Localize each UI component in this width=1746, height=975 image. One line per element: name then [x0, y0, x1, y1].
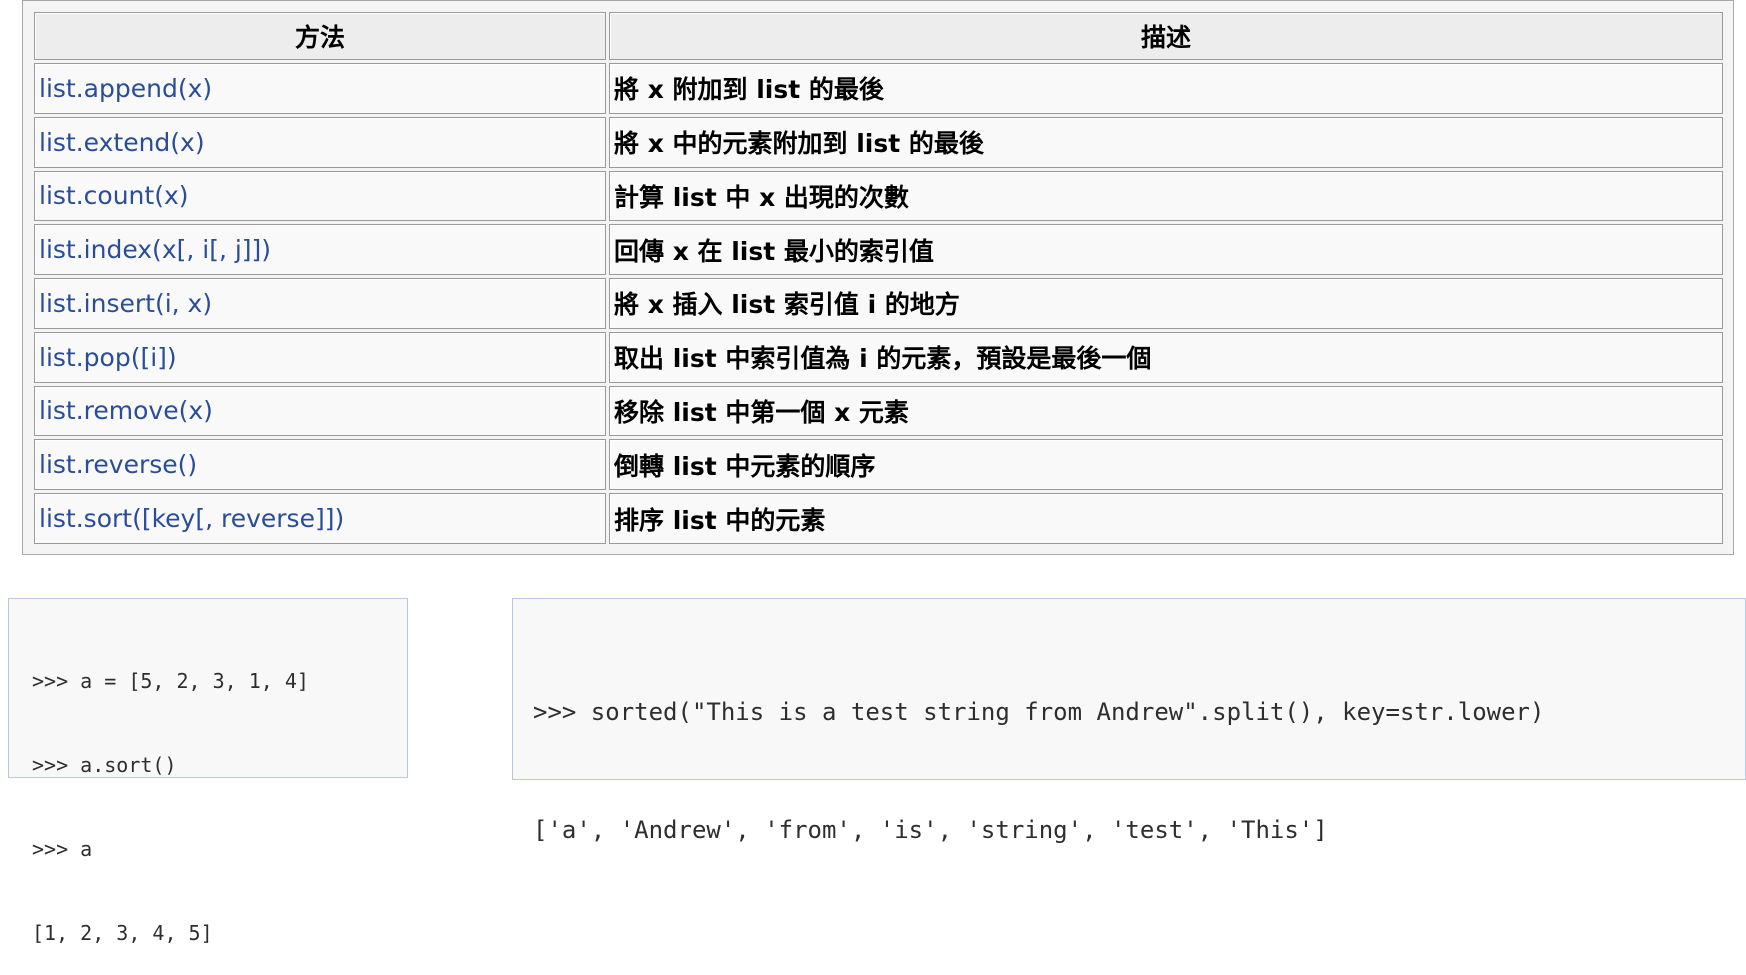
description-cell: 取出 list 中索引值為 i 的元素，預設是最後一個	[609, 331, 1723, 383]
table-row: list.insert(i, x) 將 x 插入 list 索引值 i 的地方	[34, 278, 1723, 329]
table-row: list.append(x) 將 x 附加到 list 的最後	[34, 63, 1723, 114]
table-row: list.extend(x) 將 x 中的元素附加到 list 的最後	[34, 116, 1723, 168]
table-row: list.index(x[, i[, j]]) 回傳 x 在 list 最小的索…	[34, 224, 1723, 276]
method-cell: list.sort([key[, reverse]])	[34, 493, 606, 544]
description-cell: 移除 list 中第一個 x 元素	[609, 385, 1723, 437]
code-line: [1, 2, 3, 4, 5]	[32, 921, 213, 945]
description-cell: 將 x 中的元素附加到 list 的最後	[609, 116, 1723, 168]
method-cell: list.reverse()	[34, 439, 606, 491]
table-row: list.count(x) 計算 list 中 x 出現的次數	[34, 170, 1723, 222]
description-cell: 回傳 x 在 list 最小的索引值	[609, 224, 1723, 276]
table-row: list.reverse() 倒轉 list 中元素的順序	[34, 439, 1723, 491]
code-line: >>> a.sort()	[32, 753, 177, 777]
header-method: 方法	[34, 12, 606, 60]
list-methods-table-frame: 方法 描述 list.append(x) 將 x 附加到 list 的最後 li…	[22, 0, 1734, 555]
description-cell: 將 x 插入 list 索引值 i 的地方	[609, 278, 1723, 329]
code-line: >>> a	[32, 837, 93, 861]
table-row: list.remove(x) 移除 list 中第一個 x 元素	[34, 385, 1723, 437]
method-cell: list.append(x)	[34, 63, 606, 114]
table-row: list.pop([i]) 取出 list 中索引值為 i 的元素，預設是最後一…	[34, 331, 1723, 383]
method-cell: list.extend(x)	[34, 116, 606, 168]
method-cell: list.insert(i, x)	[34, 278, 606, 329]
method-cell: list.pop([i])	[34, 331, 606, 383]
description-cell: 將 x 附加到 list 的最後	[609, 63, 1723, 114]
description-cell: 倒轉 list 中元素的順序	[609, 439, 1723, 491]
code-line: ['a', 'Andrew', 'from', 'is', 'string', …	[533, 816, 1328, 844]
method-cell: list.index(x[, i[, j]])	[34, 224, 606, 276]
description-cell: 計算 list 中 x 出現的次數	[609, 170, 1723, 222]
code-line: >>> sorted("This is a test string from A…	[533, 698, 1545, 726]
method-cell: list.count(x)	[34, 170, 606, 222]
list-methods-table: 方法 描述 list.append(x) 將 x 附加到 list 的最後 li…	[31, 9, 1726, 547]
header-description: 描述	[609, 12, 1723, 60]
table-row: list.sort([key[, reverse]]) 排序 list 中的元素	[34, 493, 1723, 544]
code-example-sort: >>> a = [5, 2, 3, 1, 4] >>> a.sort() >>>…	[8, 598, 408, 945]
table-header-row: 方法 描述	[34, 12, 1723, 60]
method-cell: list.remove(x)	[34, 385, 606, 437]
code-example-sorted-key: >>> sorted("This is a test string from A…	[512, 598, 1746, 844]
description-cell: 排序 list 中的元素	[609, 493, 1723, 544]
code-line: >>> a = [5, 2, 3, 1, 4]	[32, 669, 309, 693]
